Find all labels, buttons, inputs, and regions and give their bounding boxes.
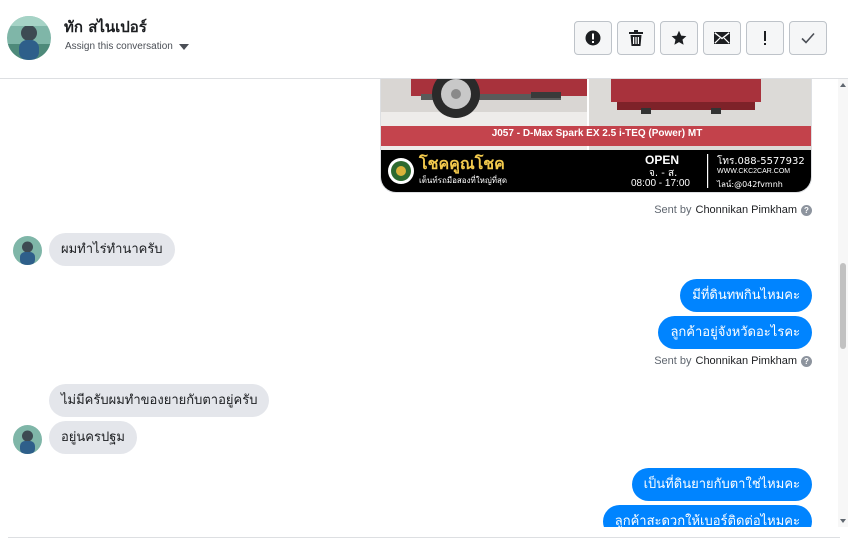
contact-avatar[interactable] [7, 16, 51, 60]
dealer-website: WWW.CKC2CAR.COM [717, 168, 791, 175]
incoming-message: อยู่นครปฐม [49, 421, 137, 454]
sent-by-agent[interactable]: Chonnikan Pimkham [696, 204, 798, 216]
thread-scrollbar[interactable] [838, 79, 848, 527]
help-icon[interactable]: ? [801, 204, 812, 216]
contact-avatar-small[interactable] [13, 236, 42, 265]
sent-by-prefix: Sent by [654, 204, 692, 216]
scroll-thumb[interactable] [840, 263, 846, 349]
scroll-up-arrow-icon[interactable] [840, 83, 846, 87]
sent-by-label: Sent by Chonnikan Pimkham ? [654, 204, 812, 216]
spam-button[interactable] [574, 21, 612, 55]
scroll-down-arrow-icon[interactable] [840, 519, 846, 523]
mark-done-button[interactable] [789, 21, 827, 55]
car-listing-image[interactable]: J057 - D-Max Spark EX 2.5 i-TEQ (Power) … [380, 79, 812, 193]
star-icon [671, 30, 687, 45]
outgoing-message: เป็นที่ดินยายกับตาใช่ไหมคะ [631, 468, 812, 501]
composer-divider [8, 537, 840, 538]
listing-caption: J057 - D-Max Spark EX 2.5 i-TEQ (Power) … [491, 128, 703, 139]
mark-unread-button[interactable] [703, 21, 741, 55]
contact-avatar-small[interactable] [13, 425, 42, 454]
sent-by-prefix: Sent by [654, 355, 692, 367]
trash-icon [629, 30, 643, 46]
incoming-message: ไม่มีครับผมทำของยายกับตาอยู่ครับ [49, 384, 270, 417]
alert-circle-icon [585, 30, 601, 46]
assign-label: Assign this conversation [65, 41, 173, 52]
delete-button[interactable] [617, 21, 655, 55]
sent-by-label: Sent by Chonnikan Pimkham ? [654, 355, 812, 367]
contact-name: ทัก สไนเปอร์ [64, 18, 147, 36]
open-hours: 08:00 - 17:00 [631, 178, 690, 189]
envelope-icon [714, 32, 730, 44]
message-thread: J057 - D-Max Spark EX 2.5 i-TEQ (Power) … [0, 79, 838, 527]
outgoing-message: ลูกค้าสะดวกให้เบอร์ติดต่อไหมคะ [602, 505, 812, 527]
dealer-phone: โทร.088-5577932 [717, 156, 805, 167]
follow-up-button[interactable] [746, 21, 784, 55]
exclamation-icon [764, 31, 766, 45]
open-label: OPEN [645, 153, 680, 167]
sent-by-agent[interactable]: Chonnikan Pimkham [696, 355, 798, 367]
dealer-line-id: ไลน์:@042fvmnh [717, 180, 783, 189]
outgoing-message: ลูกค้าอยู่จังหวัดอะไรคะ [658, 316, 812, 349]
conversation-actions [574, 21, 827, 55]
dealer-tagline: เต็นท์รถมือสองที่ใหญ่ที่สุด [419, 176, 508, 185]
outgoing-message: มีที่ดินทพกินไหมคะ [680, 279, 812, 312]
star-button[interactable] [660, 21, 698, 55]
help-icon[interactable]: ? [801, 355, 812, 367]
assign-conversation-dropdown[interactable]: Assign this conversation [65, 41, 189, 52]
caret-down-icon [178, 43, 189, 50]
check-icon [801, 32, 815, 44]
incoming-message: ผมทำไร่ทำนาครับ [49, 233, 175, 266]
conversation-header: ทัก สไนเปอร์ Assign this conversation [0, 0, 848, 79]
